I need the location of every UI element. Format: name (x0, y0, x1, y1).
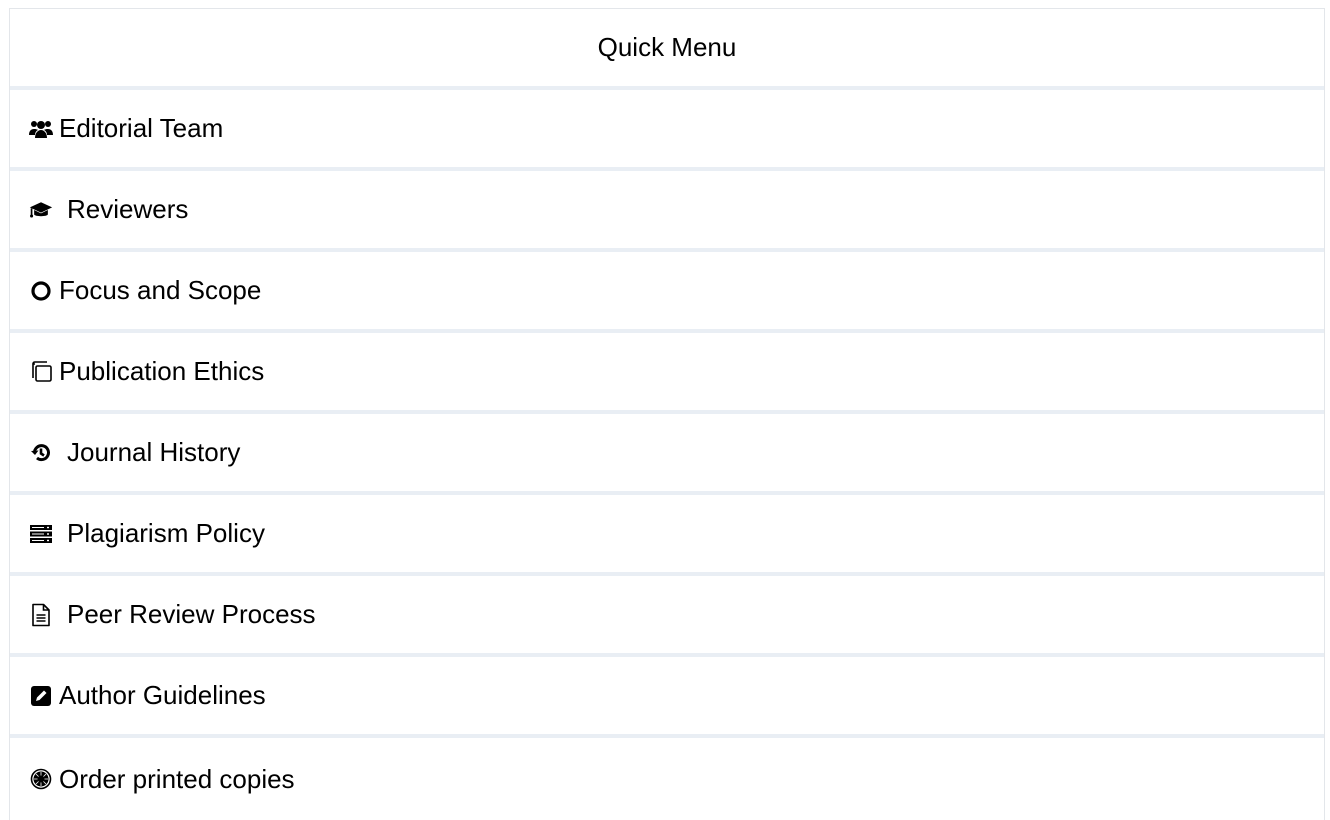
menu-item-editorial-team[interactable]: Editorial Team (10, 90, 1324, 171)
quick-menu: Quick Menu Editorial Team Reviewers Focu… (9, 8, 1325, 820)
menu-item-peer-review-process[interactable]: Peer Review Process (10, 576, 1324, 657)
menu-item-label: Editorial Team (59, 113, 224, 143)
menu-item-focus-and-scope[interactable]: Focus and Scope (10, 252, 1324, 333)
graduation-cap-icon (29, 198, 53, 222)
menu-item-author-guidelines[interactable]: Author Guidelines (10, 657, 1324, 738)
seal-icon (29, 767, 53, 791)
circle-icon (29, 279, 53, 303)
menu-item-label: Author Guidelines (59, 680, 266, 710)
menu-item-label: Publication Ethics (59, 356, 265, 386)
menu-item-label: Peer Review Process (67, 599, 316, 629)
menu-item-label: Order printed copies (59, 763, 295, 794)
menu-item-plagiarism-policy[interactable]: Plagiarism Policy (10, 495, 1324, 576)
document-icon (29, 603, 53, 627)
copy-icon (29, 360, 53, 384)
quick-menu-title: Quick Menu (10, 9, 1324, 90)
menu-item-order-printed-copies[interactable]: Order printed copies (10, 738, 1324, 820)
menu-item-label: Journal History (67, 437, 241, 467)
menu-item-reviewers[interactable]: Reviewers (10, 171, 1324, 252)
menu-item-label: Focus and Scope (59, 275, 262, 305)
users-icon (29, 117, 53, 141)
history-icon (29, 441, 53, 465)
menu-item-label: Plagiarism Policy (67, 518, 265, 548)
menu-item-publication-ethics[interactable]: Publication Ethics (10, 333, 1324, 414)
server-icon (29, 522, 53, 546)
menu-item-journal-history[interactable]: Journal History (10, 414, 1324, 495)
menu-item-label: Reviewers (67, 194, 189, 224)
edit-icon (29, 684, 53, 708)
